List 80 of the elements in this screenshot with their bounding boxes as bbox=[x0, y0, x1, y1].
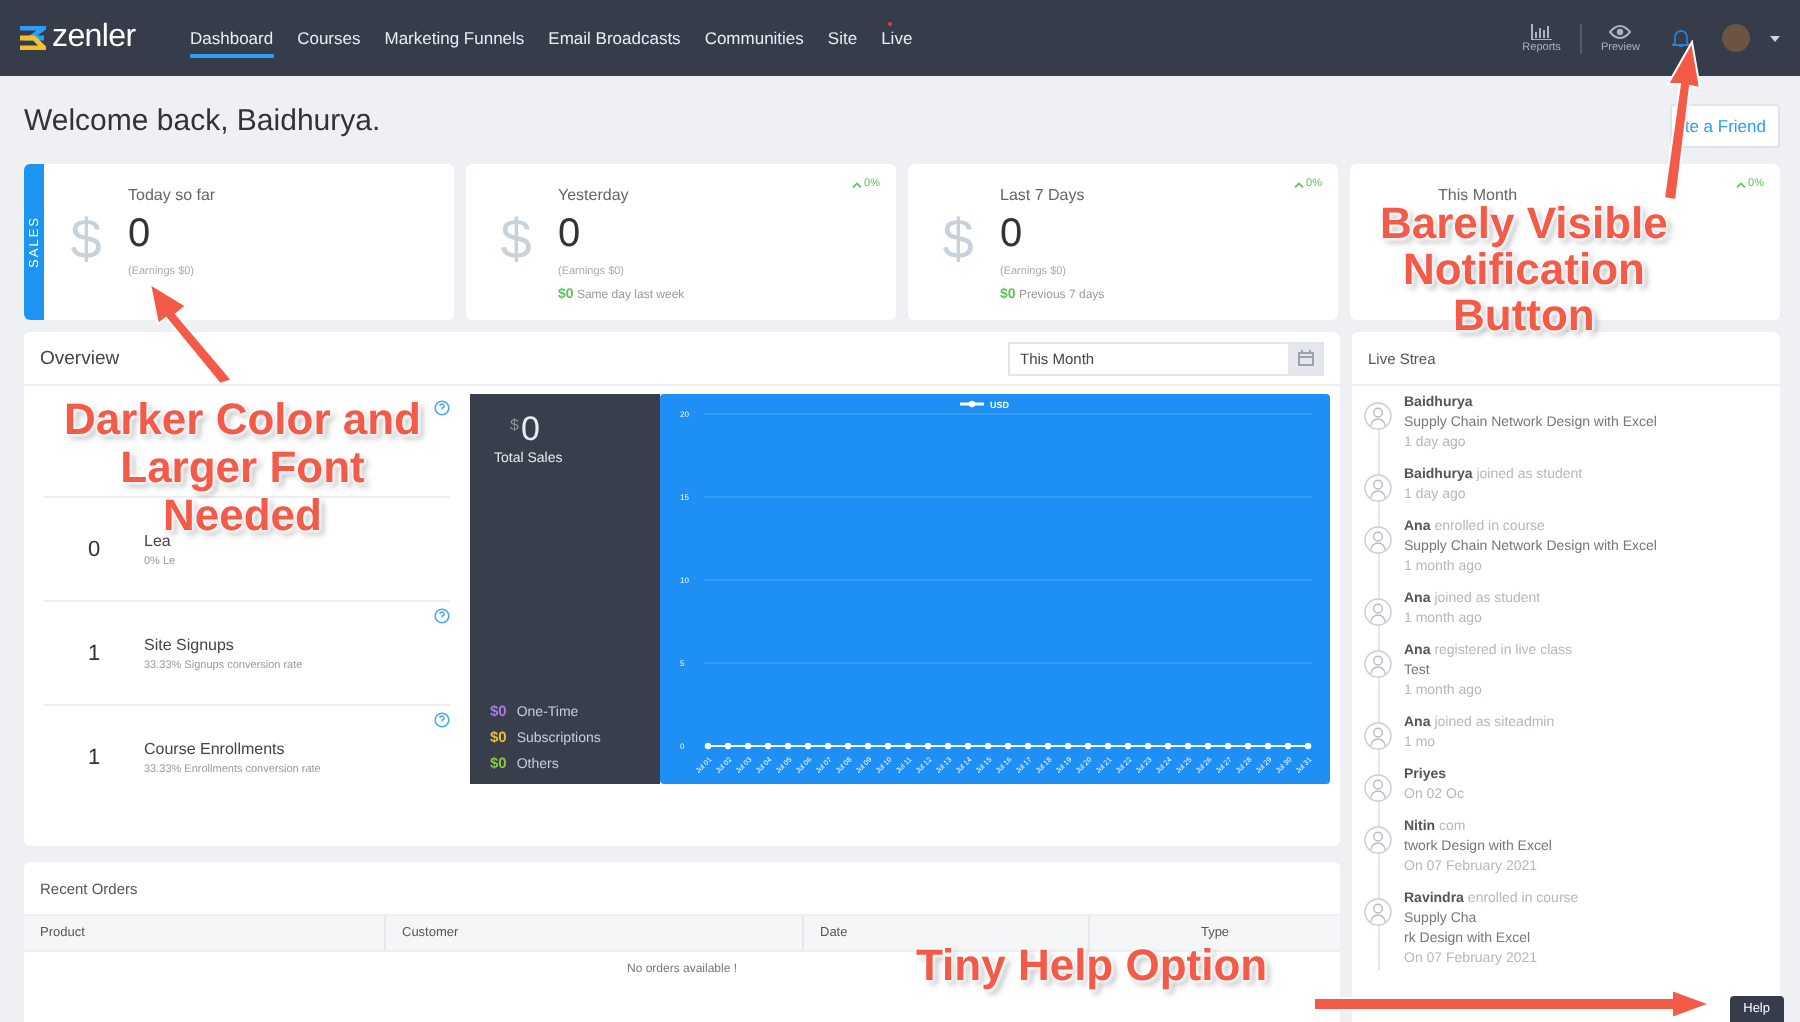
data-point bbox=[1244, 742, 1252, 750]
metric-value: 1 bbox=[85, 641, 103, 665]
data-point bbox=[1004, 742, 1012, 750]
data-point bbox=[1204, 742, 1212, 750]
data-point bbox=[784, 742, 792, 750]
calendar-icon[interactable] bbox=[1288, 343, 1322, 373]
bar-chart-icon bbox=[1530, 23, 1553, 39]
data-point bbox=[1104, 742, 1112, 750]
data-point bbox=[724, 742, 732, 750]
data-point bbox=[924, 742, 932, 750]
dollar-icon: $ bbox=[56, 208, 116, 272]
caret-icon[interactable] bbox=[1770, 35, 1780, 41]
stat-title: This Month bbox=[1438, 186, 1518, 204]
user-icon bbox=[1364, 474, 1392, 502]
eye-icon bbox=[1608, 23, 1633, 39]
panel-title: Overview bbox=[40, 347, 120, 369]
stat-title: Today so far bbox=[128, 186, 216, 204]
data-point bbox=[764, 742, 772, 750]
nav-tab[interactable]: Marketing Funnels bbox=[384, 19, 525, 57]
data-point bbox=[844, 742, 852, 750]
nav-tab[interactable]: Dashboard bbox=[190, 19, 274, 57]
help-icon[interactable] bbox=[434, 712, 450, 728]
data-point bbox=[884, 742, 892, 750]
callout-text: Barely Visible Notification Button bbox=[1380, 200, 1668, 338]
user-icon bbox=[1364, 826, 1392, 854]
data-point bbox=[904, 742, 912, 750]
data-point bbox=[824, 742, 832, 750]
data-point bbox=[1164, 742, 1172, 750]
user-icon bbox=[1364, 898, 1392, 926]
dollar-icon: $ bbox=[928, 208, 988, 272]
help-icon[interactable] bbox=[434, 608, 450, 624]
total-value: 0 bbox=[520, 410, 540, 450]
stat-value: 0 bbox=[558, 212, 583, 258]
data-point bbox=[704, 742, 712, 750]
metric-value: 0 bbox=[85, 537, 103, 561]
metric-label: Lea bbox=[144, 531, 173, 549]
stat-value: 0 bbox=[128, 212, 153, 258]
nav-tab[interactable]: Live bbox=[881, 19, 913, 57]
data-point bbox=[1264, 742, 1272, 750]
user-icon bbox=[1364, 598, 1392, 626]
nav-tab[interactable]: Courses bbox=[297, 19, 361, 57]
dollar-icon: $ bbox=[486, 208, 546, 272]
stat-title: Yesterday bbox=[558, 186, 631, 204]
help-icon[interactable] bbox=[434, 400, 450, 416]
stat-title: Last 7 Days bbox=[1000, 186, 1087, 204]
logo-text[interactable]: zenler bbox=[52, 20, 136, 56]
logo-icon bbox=[18, 26, 46, 50]
data-point bbox=[964, 742, 972, 750]
data-point bbox=[944, 742, 952, 750]
data-point bbox=[864, 742, 872, 750]
welcome-heading: Welcome back, Baidhurya. bbox=[24, 103, 381, 137]
metric-label: Site Signups bbox=[144, 635, 236, 653]
data-point bbox=[1024, 742, 1032, 750]
data-point bbox=[1224, 742, 1232, 750]
user-icon bbox=[1364, 526, 1392, 554]
data-point bbox=[1304, 742, 1312, 750]
data-point bbox=[1084, 742, 1092, 750]
metric-label: Course Enrollments bbox=[144, 739, 287, 757]
data-point bbox=[1284, 742, 1292, 750]
user-icon bbox=[1364, 650, 1392, 678]
data-point bbox=[1044, 742, 1052, 750]
nav-tab[interactable]: Communities bbox=[704, 19, 804, 57]
data-point bbox=[804, 742, 812, 750]
currency-sign: $ bbox=[510, 416, 519, 434]
metric-value: 1 bbox=[85, 745, 103, 769]
data-point bbox=[1184, 742, 1192, 750]
avatar[interactable] bbox=[1722, 24, 1750, 52]
nav-tab[interactable]: Site bbox=[827, 19, 858, 57]
data-point bbox=[984, 742, 992, 750]
stat-value: 0 bbox=[1000, 212, 1025, 258]
user-icon bbox=[1364, 402, 1392, 430]
data-point bbox=[1144, 742, 1152, 750]
legend-icon bbox=[960, 400, 984, 408]
nav-tab[interactable]: Email Broadcasts bbox=[548, 19, 681, 57]
user-icon bbox=[1364, 722, 1392, 750]
notification-bell-icon[interactable] bbox=[1672, 28, 1690, 48]
data-point bbox=[1124, 742, 1132, 750]
data-point bbox=[1064, 742, 1072, 750]
data-point bbox=[744, 742, 752, 750]
user-icon bbox=[1364, 774, 1392, 802]
